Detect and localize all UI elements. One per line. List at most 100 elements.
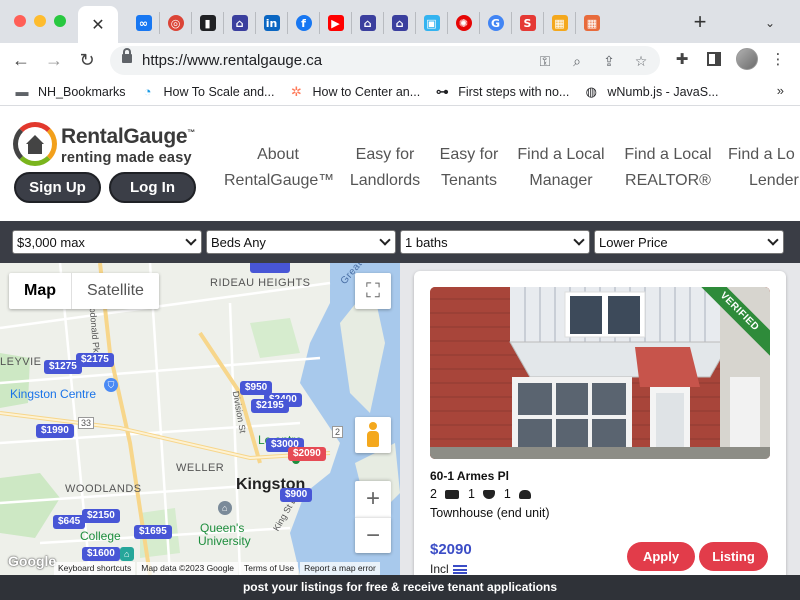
- listing-card[interactable]: VERIFIED 60-1 Armes Pl 2 1 1 Townhouse (…: [414, 271, 786, 591]
- facebook-icon: f: [295, 15, 312, 31]
- pinned-tab[interactable]: ⌂: [224, 12, 256, 34]
- filter-bar: $3,000 max Beds Any 1 baths Lower Price: [0, 221, 800, 263]
- share-icon[interactable]: ⇪: [599, 51, 619, 71]
- pinned-tab[interactable]: ▦: [576, 12, 608, 34]
- pinned-tab[interactable]: G: [480, 12, 512, 34]
- shopping-bag-icon[interactable]: ⛉: [104, 378, 118, 392]
- logo-name: RentalGauge™: [61, 125, 195, 148]
- pinned-tab[interactable]: in: [256, 12, 288, 34]
- sign-up-button[interactable]: Sign Up: [14, 172, 101, 203]
- profile-avatar[interactable]: [736, 48, 758, 70]
- price-marker-offscreen[interactable]: [250, 263, 290, 273]
- nav-tenants[interactable]: Easy for Tenants: [434, 142, 504, 194]
- pinned-tab[interactable]: ✺: [448, 12, 480, 34]
- nav-find-manager[interactable]: Find a Local Manager: [513, 142, 609, 194]
- nav-find-lender[interactable]: Find a Lo Lender: [728, 142, 800, 194]
- pinned-tab[interactable]: f: [288, 12, 320, 34]
- price-marker[interactable]: $900: [280, 488, 313, 502]
- zoom-window-button[interactable]: [54, 15, 66, 27]
- sort-select[interactable]: Lower Price: [594, 230, 784, 254]
- nav-landlords[interactable]: Easy for Landlords: [345, 142, 425, 194]
- bookmark-star-icon[interactable]: ☆: [631, 51, 651, 71]
- promo-banner[interactable]: post your listings for free & receive te…: [0, 575, 800, 600]
- lock-icon[interactable]: [122, 48, 132, 63]
- pinned-tab[interactable]: ⌂: [384, 12, 416, 34]
- rental-map[interactable]: RIDEAU HEIGHTS LEYVIE Kingston Centre WE…: [0, 263, 400, 575]
- listing-photo[interactable]: VERIFIED: [430, 287, 770, 459]
- rentalgauge-logo[interactable]: RentalGauge™ renting made easy: [13, 122, 203, 168]
- close-window-button[interactable]: [14, 15, 26, 27]
- new-tab-button[interactable]: +: [688, 10, 712, 34]
- heat-included-icon: [452, 564, 467, 574]
- nav-about[interactable]: About RentalGauge™: [224, 142, 334, 194]
- bookmark-item[interactable]: ⊶ First steps with no...: [434, 84, 570, 99]
- price-marker[interactable]: $2175: [76, 353, 114, 367]
- price-marker[interactable]: $1600: [82, 547, 120, 561]
- price-marker[interactable]: $2195: [251, 399, 289, 413]
- tab-search-chevron-icon[interactable]: ⌄: [758, 12, 782, 34]
- price-marker[interactable]: $1695: [134, 525, 172, 539]
- bed-icon: [444, 489, 459, 499]
- bookmark-label: wNumb.js - JavaS...: [607, 84, 719, 99]
- address-bar[interactable]: https://www.rentalgauge.ca ⚿ ⌕ ⇪ ☆: [110, 46, 660, 75]
- close-tab-icon[interactable]: ✕: [91, 15, 104, 35]
- browser-tab-strip: ✕ ∞ ◎ ▮ ⌂ in f ▶ ⌂ ⌂ ▣ ✺ G S ▦ ▦ + ⌄: [0, 0, 800, 43]
- bookmark-item[interactable]: ▬ NH_Bookmarks: [14, 84, 126, 99]
- price-marker[interactable]: $645: [53, 515, 86, 529]
- extensions-puzzle-icon[interactable]: ✚: [672, 50, 692, 70]
- nav-find-realtor[interactable]: Find a Local REALTOR®: [620, 142, 716, 194]
- youtube-icon: ▶: [327, 15, 344, 31]
- school-icon[interactable]: ⌂: [120, 547, 134, 561]
- bookmark-item[interactable]: ◍ wNumb.js - JavaS...: [583, 84, 719, 99]
- map-label-kingston-centre: Kingston Centre: [10, 387, 97, 401]
- back-arrow-icon[interactable]: ←: [9, 48, 33, 72]
- bookmark-item[interactable]: ✲ How to Center an...: [288, 84, 420, 99]
- terms-of-use-link[interactable]: Terms of Use: [239, 562, 299, 575]
- side-panel-icon[interactable]: [707, 52, 721, 66]
- pinned-tab[interactable]: S: [512, 12, 544, 34]
- map-tab-map[interactable]: Map: [9, 273, 71, 309]
- price-marker[interactable]: $1990: [36, 424, 74, 438]
- url-text[interactable]: https://www.rentalgauge.ca: [142, 52, 322, 69]
- reload-icon[interactable]: ↻: [75, 48, 99, 72]
- pinned-tab[interactable]: ▮: [192, 12, 224, 34]
- forward-arrow-icon[interactable]: →: [42, 48, 66, 72]
- bookmark-item[interactable]: ◔ How To Scale and...: [140, 84, 275, 99]
- keyboard-shortcuts-link[interactable]: Keyboard shortcuts: [54, 562, 136, 575]
- active-tab[interactable]: ✕: [78, 6, 118, 43]
- log-in-button[interactable]: Log In: [109, 172, 196, 203]
- listing-address[interactable]: 60-1 Armes Pl: [430, 469, 509, 483]
- beds-select[interactable]: Beds Any: [206, 230, 396, 254]
- street-view-pegman-icon[interactable]: [355, 417, 391, 453]
- chevron-down-icon: [185, 234, 197, 246]
- pinned-tab[interactable]: ◎: [160, 12, 192, 34]
- menu-kebab-icon[interactable]: ⋮: [768, 50, 788, 70]
- price-marker[interactable]: $2150: [82, 509, 120, 523]
- pinned-tab[interactable]: ∞: [128, 12, 160, 34]
- listing-results-panel[interactable]: VERIFIED 60-1 Armes Pl 2 1 1 Townhouse (…: [400, 263, 800, 591]
- graduation-cap-icon[interactable]: ⌂: [218, 501, 232, 515]
- house-app-icon: ⌂: [231, 15, 248, 31]
- max-price-select[interactable]: $3,000 max: [12, 230, 202, 254]
- squares-icon: ▣: [423, 15, 440, 31]
- zoom-in-button[interactable]: +: [355, 481, 391, 517]
- pinned-tab[interactable]: ▶: [320, 12, 352, 34]
- fullscreen-icon[interactable]: ⛶: [355, 273, 391, 309]
- minimize-window-button[interactable]: [34, 15, 46, 27]
- apply-button[interactable]: Apply: [627, 542, 695, 571]
- map-tab-satellite[interactable]: Satellite: [71, 273, 159, 309]
- house-app-icon: ⌂: [391, 15, 408, 31]
- pinned-tab[interactable]: ▣: [416, 12, 448, 34]
- zoom-magnifier-icon[interactable]: ⌕: [567, 51, 587, 71]
- price-marker-selected[interactable]: $2090: [288, 447, 326, 461]
- bookmarks-overflow-icon[interactable]: »: [777, 83, 784, 98]
- map-label-queens: Queen's: [200, 521, 245, 535]
- key-icon[interactable]: ⚿: [535, 51, 555, 71]
- gallery-icon: ▦: [551, 15, 568, 31]
- pinned-tab[interactable]: ▦: [544, 12, 576, 34]
- listing-button[interactable]: Listing: [699, 542, 768, 571]
- report-map-error-link[interactable]: Report a map error: [300, 562, 380, 575]
- zoom-out-button[interactable]: −: [355, 517, 391, 553]
- pinned-tab[interactable]: ⌂: [352, 12, 384, 34]
- baths-select[interactable]: 1 baths: [400, 230, 590, 254]
